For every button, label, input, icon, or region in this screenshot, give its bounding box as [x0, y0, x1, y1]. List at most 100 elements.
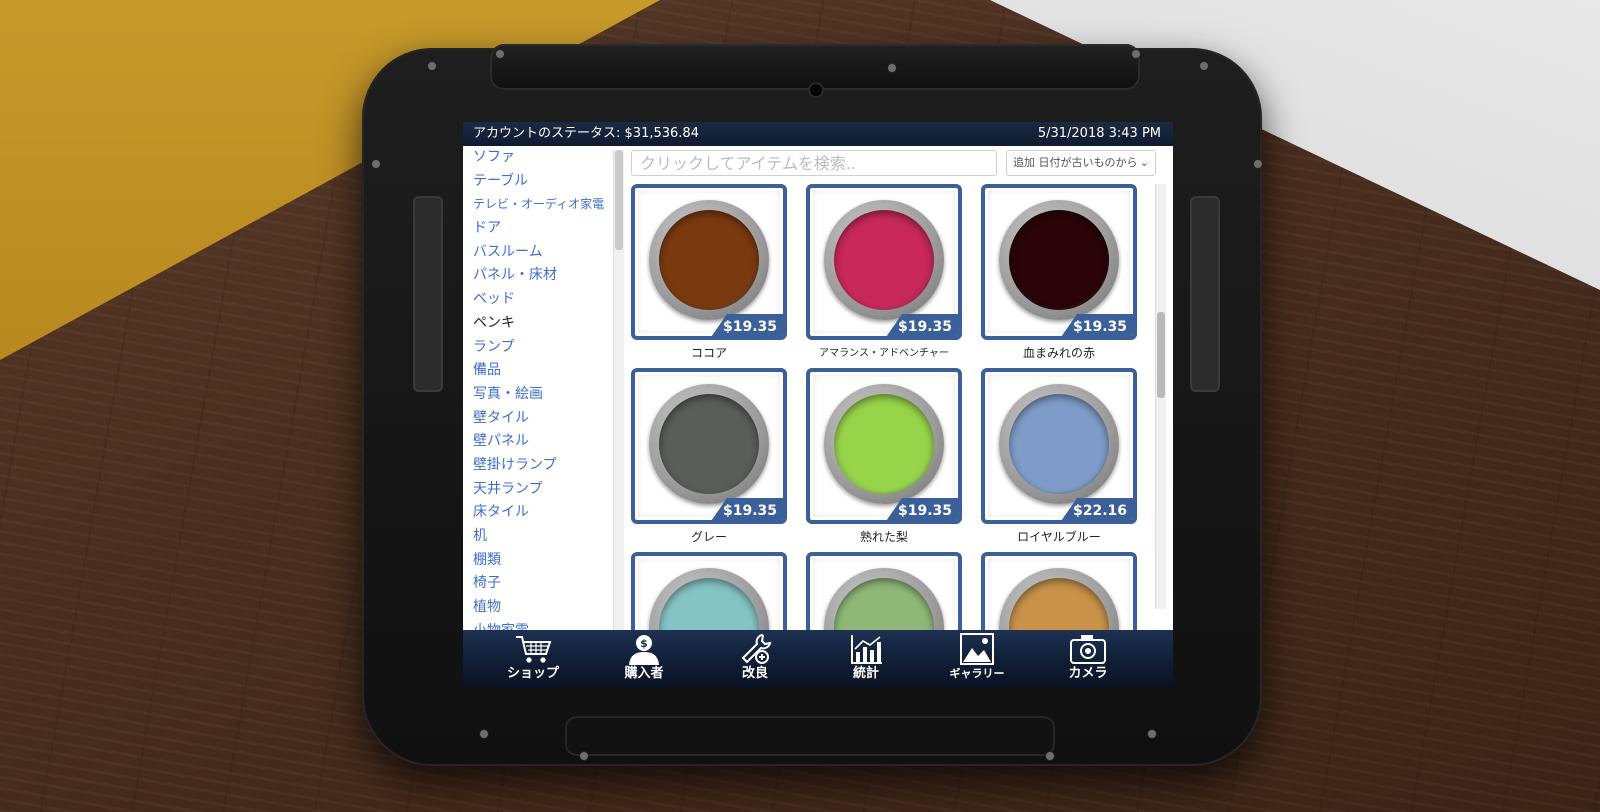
paint-card[interactable]: $19.35	[631, 368, 787, 524]
shopping-cart-icon	[516, 636, 552, 663]
account-balance: $31,536.84	[624, 126, 699, 141]
camera-icon	[1070, 635, 1106, 664]
screw-icon	[888, 64, 896, 72]
paint-can-icon	[649, 384, 769, 504]
category-item-shelves[interactable]: 棚類	[463, 549, 615, 573]
paint-item[interactable]: $19.35 熟れた梨	[806, 368, 962, 546]
status-bar: アカウントのステータス: $31,536.84 5/31/2018 3:43 P…	[463, 122, 1173, 146]
category-item-sofa[interactable]: ソファ	[463, 146, 615, 170]
paint-item[interactable]	[806, 552, 962, 635]
screw-icon	[1254, 160, 1262, 168]
screw-icon	[496, 50, 504, 58]
paint-card[interactable]: $22.16	[981, 368, 1137, 524]
paint-can-icon	[824, 384, 944, 504]
paint-item[interactable]: $22.16 ロイヤルブルー	[981, 368, 1137, 546]
paint-item[interactable]	[981, 552, 1137, 635]
screw-icon	[580, 752, 588, 760]
dock-upgrade-button[interactable]: 改良	[700, 630, 810, 688]
paint-card[interactable]: $19.35	[631, 184, 787, 340]
paint-can-icon	[649, 200, 769, 320]
category-item-floor-tile[interactable]: 床タイル	[463, 501, 615, 525]
category-item-bed[interactable]: ベッド	[463, 288, 615, 312]
category-item-panel-floor[interactable]: パネル・床材	[463, 264, 615, 288]
grid-scrollbar[interactable]	[1155, 184, 1166, 609]
paint-card[interactable]: $19.35	[806, 184, 962, 340]
paint-card[interactable]	[631, 552, 787, 635]
paint-name: グレー	[690, 530, 727, 544]
dock-gallery-button[interactable]: ギャラリー	[922, 630, 1032, 688]
dock-buyer-button[interactable]: $ 購入者	[589, 630, 699, 688]
dock-gallery-label: ギャラリー	[949, 667, 1005, 680]
paint-name: 血まみれの赤	[1022, 346, 1095, 360]
account-label: アカウントのステータス:	[473, 126, 621, 141]
screw-icon	[1132, 50, 1140, 58]
screw-icon	[1046, 752, 1054, 760]
paint-swatch	[834, 394, 934, 494]
item-grid: $19.35 ココア $19.35 アマランス・アドベンチャー $19.35 血まみれの赤…	[631, 184, 1151, 635]
dock-stats-button[interactable]: 統計	[811, 630, 921, 688]
sort-label: 追加 日付が古いものから	[1013, 156, 1138, 169]
category-item-fixtures[interactable]: 備品	[463, 359, 615, 383]
category-item-wall-lamp[interactable]: 壁掛けランプ	[463, 454, 615, 478]
chevron-down-icon: ⌄	[1139, 156, 1149, 169]
paint-item[interactable]: $19.35 アマランス・アドベンチャー	[806, 184, 962, 362]
paint-card[interactable]	[981, 552, 1137, 635]
paint-card[interactable]: $19.35	[981, 184, 1137, 340]
search-input[interactable]: クリックしてアイテムを検索..	[631, 150, 997, 176]
paint-can-icon	[649, 568, 769, 635]
datetime: 5/31/2018 3:43 PM	[1037, 126, 1161, 141]
paint-swatch	[1009, 578, 1109, 635]
dock-camera-label: カメラ	[1068, 666, 1108, 681]
chart-icon	[851, 635, 882, 664]
paint-can-icon	[824, 568, 944, 635]
paint-swatch	[834, 210, 934, 310]
grid-scroll-thumb[interactable]	[1157, 312, 1165, 398]
dock-camera-button[interactable]: カメラ	[1033, 630, 1143, 688]
category-scroll-thumb[interactable]	[615, 150, 623, 250]
category-item-wall-tile[interactable]: 壁タイル	[463, 407, 615, 431]
dock-stats-label: 統計	[852, 666, 879, 681]
camera-lens-icon	[810, 84, 822, 96]
screw-icon	[428, 62, 436, 70]
paint-can-icon	[999, 200, 1119, 320]
screw-icon	[1148, 730, 1156, 738]
category-item-plants[interactable]: 植物	[463, 596, 615, 620]
paint-card[interactable]: $19.35	[806, 368, 962, 524]
paint-can-icon	[824, 200, 944, 320]
paint-swatch	[1009, 394, 1109, 494]
category-item-bathroom[interactable]: バスルーム	[463, 241, 615, 265]
gallery-icon	[960, 633, 994, 665]
screw-icon	[1200, 62, 1208, 70]
category-item-wall-panel[interactable]: 壁パネル	[463, 430, 615, 454]
dock-shop-button[interactable]: ショップ	[478, 630, 588, 688]
bottom-dock: ショップ $ 購入者 改良 統計 ギャラリー カメラ	[463, 630, 1173, 688]
dock-buyer-label: 購入者	[624, 666, 664, 681]
category-scrollbar[interactable]	[613, 150, 624, 630]
category-item-ceiling-lamp[interactable]: 天井ランプ	[463, 478, 615, 502]
svg-text:$: $	[640, 637, 648, 650]
wrench-icon	[741, 633, 772, 664]
category-item-desk[interactable]: 机	[463, 525, 615, 549]
paint-item[interactable]	[631, 552, 787, 635]
paint-swatch	[659, 394, 759, 494]
category-item-tv-audio[interactable]: テレビ・オーディオ家電	[463, 193, 615, 217]
category-item-paint[interactable]: ペンキ	[463, 312, 615, 336]
paint-card[interactable]	[806, 552, 962, 635]
category-item-door[interactable]: ドア	[463, 217, 615, 241]
paint-item[interactable]: $19.35 ココア	[631, 184, 787, 362]
paint-item[interactable]: $19.35 血まみれの赤	[981, 184, 1137, 362]
sort-select[interactable]: 追加 日付が古いものから ⌄	[1006, 150, 1156, 176]
paint-name: アマランス・アドベンチャー	[819, 348, 949, 359]
paint-item[interactable]: $19.35 グレー	[631, 368, 787, 546]
category-item-chair[interactable]: 椅子	[463, 572, 615, 596]
paint-can-icon	[999, 384, 1119, 504]
category-item-lamp[interactable]: ランプ	[463, 336, 615, 360]
buyer-person-icon: $	[629, 635, 659, 665]
screw-icon	[372, 160, 380, 168]
category-item-table[interactable]: テーブル	[463, 170, 615, 194]
dock-upgrade-label: 改良	[741, 666, 768, 681]
category-item-pictures[interactable]: 写真・絵画	[463, 383, 615, 407]
tablet-screen: アカウントのステータス: $31,536.84 5/31/2018 3:43 P…	[463, 122, 1173, 688]
paint-swatch	[1009, 210, 1109, 310]
account-status: アカウントのステータス: $31,536.84	[473, 122, 699, 146]
